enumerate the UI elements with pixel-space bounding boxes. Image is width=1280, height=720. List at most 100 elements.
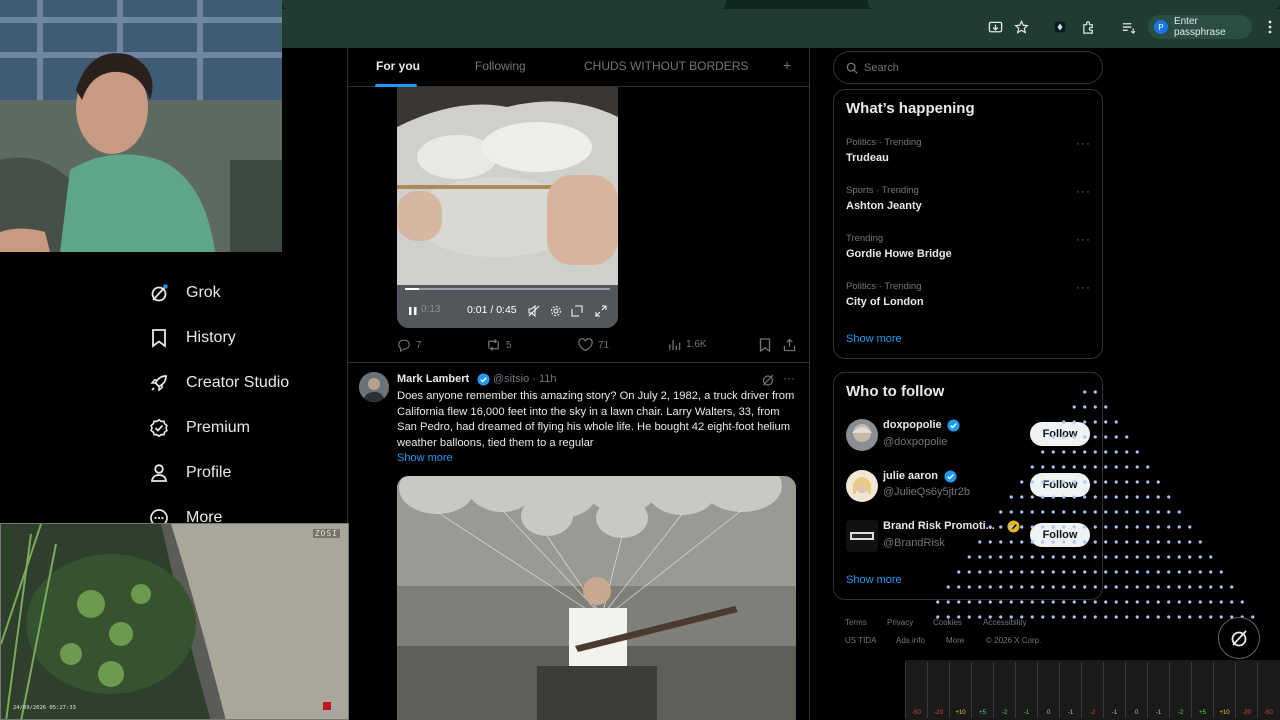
footer-ustida-link[interactable]: US TIDA — [845, 636, 876, 645]
avatar[interactable] — [846, 470, 878, 502]
nav-creator-studio[interactable]: Creator Studio — [148, 369, 289, 397]
decor-dot — [1198, 570, 1202, 574]
footer-privacy-link[interactable]: Privacy — [887, 618, 913, 627]
meter-cell: +5 — [1191, 662, 1212, 718]
author-name[interactable]: Mark Lambert — [397, 373, 469, 385]
decor-dot — [1146, 615, 1150, 619]
tweet-video[interactable]: 0:13 0:01 / 0:45 — [397, 87, 618, 328]
grok-float-button[interactable] — [1218, 617, 1260, 659]
meter-cell: +5 — [971, 662, 992, 718]
extension-icon[interactable] — [1051, 18, 1069, 36]
decor-dot — [1083, 615, 1087, 619]
mute-icon[interactable] — [528, 304, 540, 322]
decor-dot — [1188, 585, 1192, 589]
extensions-puzzle-icon[interactable] — [1079, 18, 1097, 36]
card-title: Who to follow — [846, 383, 945, 400]
footer-more-link[interactable]: More — [946, 636, 964, 645]
tweet-image[interactable] — [397, 476, 796, 720]
fullscreen-icon[interactable] — [595, 304, 607, 322]
verified-badge-icon — [947, 419, 960, 437]
settings-gear-icon[interactable] — [550, 304, 562, 322]
browser-menu-icon[interactable] — [1261, 18, 1279, 36]
show-more-link[interactable]: Show more — [846, 574, 902, 586]
tab-for-you[interactable]: For you — [376, 59, 420, 73]
profile-avatar: P — [1154, 20, 1168, 34]
account-handle[interactable]: @doxpopolie — [883, 436, 947, 448]
repost-action[interactable]: 5 — [486, 338, 512, 352]
browser-tab[interactable] — [282, 0, 726, 9]
account-name[interactable]: Brand Risk Promoti... — [883, 520, 995, 532]
nav-profile[interactable]: Profile — [148, 459, 231, 487]
like-action[interactable]: 71 — [578, 338, 609, 352]
views-action[interactable]: 1.6K — [668, 338, 707, 351]
decor-dot — [1135, 615, 1139, 619]
trend-more-icon[interactable]: ··· — [1076, 184, 1091, 198]
decor-dot — [1146, 510, 1150, 514]
account-handle[interactable]: @BrandRisk — [883, 537, 945, 549]
meter-cell: -1 — [1059, 662, 1080, 718]
trend-more-icon[interactable]: ··· — [1076, 280, 1091, 294]
decor-dot — [1156, 585, 1160, 589]
browser-tab[interactable] — [868, 0, 1280, 9]
decor-dot — [1093, 615, 1097, 619]
footer-ads-link[interactable]: Ads info — [896, 636, 925, 645]
footer-terms-link[interactable]: Terms — [845, 618, 867, 627]
decor-dot — [1177, 540, 1181, 544]
author-handle[interactable]: @sitsio · 11h — [493, 373, 557, 385]
decor-dot — [1167, 585, 1171, 589]
tab-following[interactable]: Following — [475, 59, 526, 73]
follow-button[interactable]: Follow — [1030, 473, 1090, 497]
repost-icon — [488, 338, 499, 352]
decor-dot — [1030, 600, 1034, 604]
bookmark-action[interactable] — [759, 338, 771, 352]
trend-name[interactable]: City of London — [846, 296, 924, 308]
nav-grok[interactable]: Grok — [148, 279, 221, 307]
avatar[interactable] — [846, 419, 878, 451]
decor-dot — [1104, 540, 1108, 544]
decor-dot — [1177, 570, 1181, 574]
like-count: 71 — [598, 339, 610, 351]
install-app-icon[interactable] — [986, 18, 1004, 36]
decor-dot — [1177, 555, 1181, 559]
camera-brand: ZOSI — [312, 529, 340, 538]
decor-dot — [1135, 600, 1139, 604]
show-more-link[interactable]: Show more — [397, 452, 453, 464]
decor-dot — [1146, 570, 1150, 574]
reply-action[interactable]: 7 — [397, 338, 422, 352]
trend-more-icon[interactable]: ··· — [1076, 232, 1091, 246]
trend-name[interactable]: Trudeau — [846, 152, 889, 164]
tweet-more-icon[interactable]: ··· — [783, 371, 795, 385]
account-handle[interactable]: @JulieQs6y5jtr2b — [883, 486, 970, 498]
passphrase-button[interactable]: P Enter passphrase — [1148, 15, 1252, 39]
avatar[interactable] — [359, 372, 389, 402]
account-name[interactable]: julie aaron — [883, 470, 938, 482]
picture-in-picture-icon[interactable] — [571, 304, 583, 322]
decor-dot — [1167, 525, 1171, 529]
decor-dot — [957, 600, 961, 604]
trend-name[interactable]: Gordie Howe Bridge — [846, 248, 952, 260]
footer-accessibility-link[interactable]: Accessibility — [983, 618, 1027, 627]
decor-dot — [1167, 495, 1171, 499]
tab-chuds-without-borders[interactable]: CHUDS WITHOUT BORDERS — [584, 59, 748, 73]
add-tab-button[interactable]: + — [783, 57, 791, 73]
reading-list-icon[interactable] — [1119, 18, 1137, 36]
share-action[interactable] — [783, 338, 796, 352]
account-name[interactable]: doxpopolie — [883, 419, 942, 431]
search-input[interactable]: Search — [833, 51, 1103, 84]
trend-more-icon[interactable]: ··· — [1076, 136, 1091, 150]
decor-dot — [1177, 615, 1181, 619]
avatar[interactable] — [846, 520, 878, 552]
show-more-link[interactable]: Show more — [846, 333, 902, 345]
follow-button[interactable]: Follow — [1030, 523, 1090, 547]
decor-dot — [1041, 600, 1045, 604]
footer-cookies-link[interactable]: Cookies — [933, 618, 962, 627]
decor-dot — [1198, 555, 1202, 559]
decor-dot — [1114, 480, 1118, 484]
nav-history[interactable]: History — [148, 324, 236, 352]
bookmark-star-icon[interactable] — [1012, 18, 1030, 36]
nav-premium[interactable]: Premium — [148, 414, 250, 442]
decor-dot — [1104, 600, 1108, 604]
trend-name[interactable]: Ashton Jeanty — [846, 200, 922, 212]
meter-label: -50 — [1264, 710, 1273, 716]
follow-button[interactable]: Follow — [1030, 422, 1090, 446]
